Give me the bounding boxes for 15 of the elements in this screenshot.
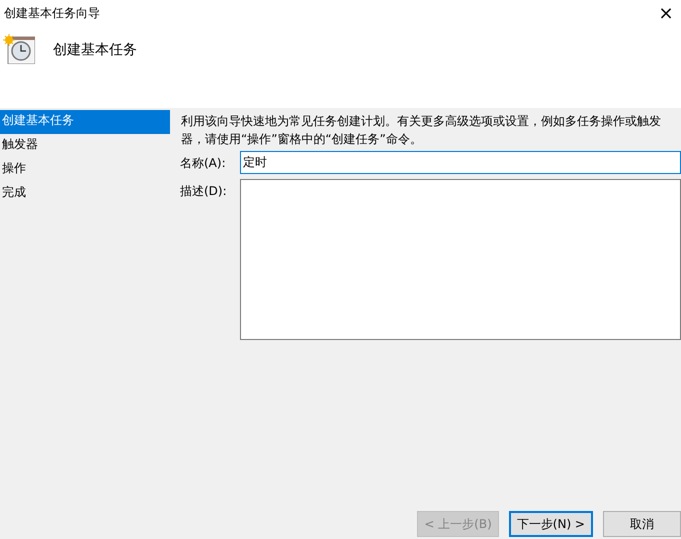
wizard-button[interactable]: 下一步(N) > bbox=[508, 511, 593, 537]
sidebar-item[interactable]: 创建基本任务 bbox=[0, 110, 170, 134]
page-title: 创建基本任务 bbox=[53, 41, 137, 59]
clock-icon bbox=[3, 34, 35, 64]
window-title: 创建基本任务向导 bbox=[4, 4, 100, 22]
sidebar-item[interactable]: 完成 bbox=[0, 182, 170, 206]
wizard-button[interactable]: 取消 bbox=[603, 511, 681, 537]
intro-text: 利用该向导快速地为常见任务创建计划。有关更多高级选项或设置，例如多任务操作或触发器，请使用“操作”窗格中的“创建任务”命令。 bbox=[180, 113, 662, 148]
sidebar-item[interactable]: 触发器 bbox=[0, 134, 170, 158]
sidebar-item[interactable]: 操作 bbox=[0, 158, 170, 182]
description-field[interactable] bbox=[240, 179, 681, 340]
name-field[interactable]: 定时 bbox=[240, 151, 681, 174]
name-label: 名称(A): bbox=[180, 155, 227, 172]
description-label: 描述(D): bbox=[180, 183, 228, 200]
close-button[interactable]: × bbox=[651, 0, 681, 26]
